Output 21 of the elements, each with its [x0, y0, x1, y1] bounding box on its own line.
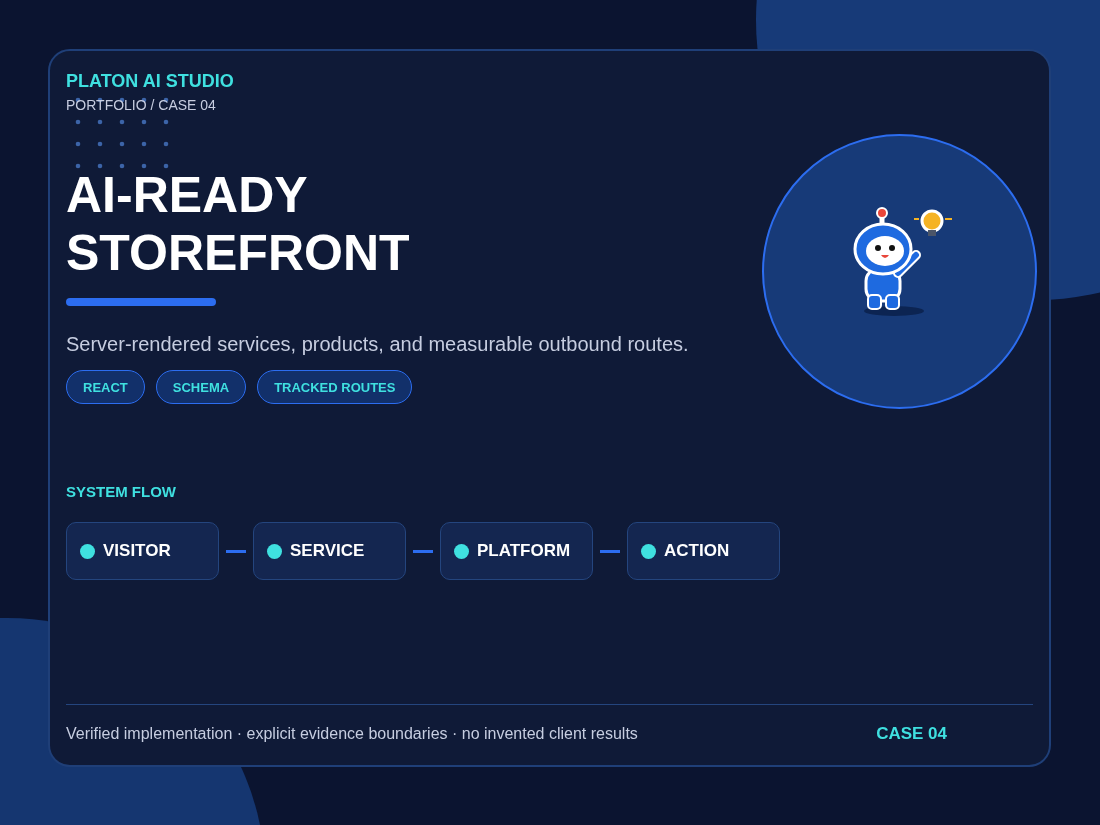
status-dot	[641, 543, 656, 559]
connector-line	[226, 549, 246, 553]
step-label: SERVICE	[290, 541, 365, 561]
case-label: CASE 04	[876, 724, 947, 744]
tag: REACT	[66, 370, 145, 404]
tag: TRACKED ROUTES	[257, 370, 413, 404]
section-title: SYSTEM FLOW	[66, 483, 177, 501]
brand-name: PLATON AI STUDIO	[66, 70, 235, 92]
step-label: ACTION	[664, 541, 730, 561]
step-label: PLATFORM	[477, 541, 571, 561]
description: Server-rendered services, products, and measurable outbound routes.	[66, 332, 689, 356]
status-dot	[454, 543, 469, 559]
connector-line	[600, 549, 620, 553]
headline: AI-READY STOREFRONT	[66, 166, 411, 282]
status-dot	[80, 543, 95, 559]
breadcrumb: PORTFOLIO / CASE 04	[66, 96, 217, 114]
tag: SCHEMA	[155, 370, 247, 404]
footer-note: Verified implementation · explicit evidence boundaries · no invented client results	[66, 725, 638, 743]
connector-line	[413, 549, 433, 553]
status-dot	[267, 543, 282, 559]
step-label: VISITOR	[103, 541, 171, 561]
